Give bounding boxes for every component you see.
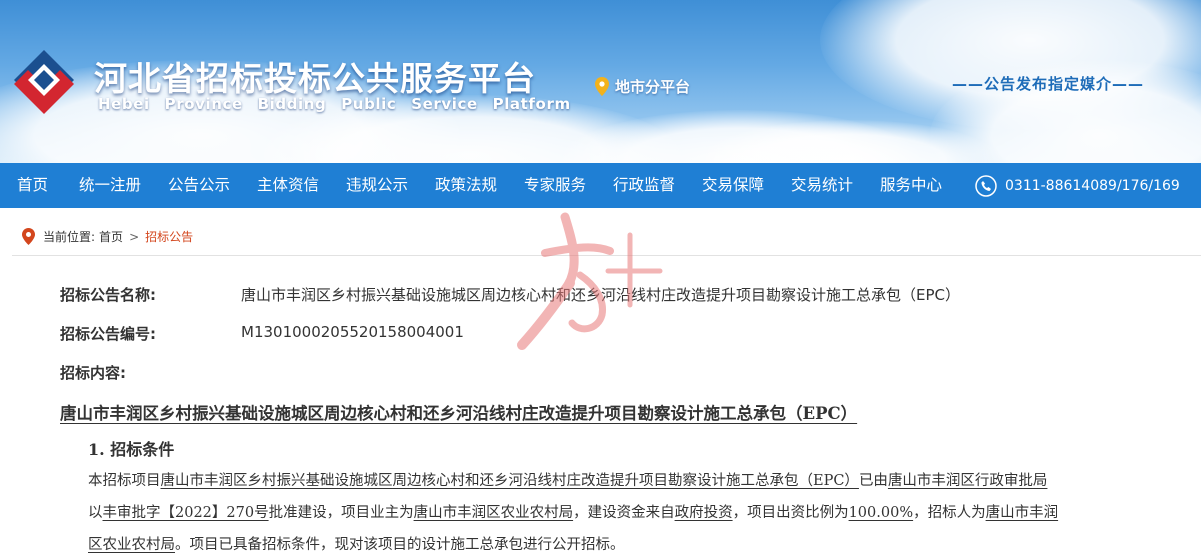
notice-name-value: 唐山市丰润区乡村振兴基础设施城区周边核心村和还乡河沿线村庄改造提升项目勘察设计施… (241, 286, 961, 304)
text-run: 批准建设，项目业主为 (268, 505, 414, 521)
location-pin-icon (22, 228, 35, 245)
funding-source-field: 政府投资 (674, 505, 733, 521)
nav-item-guarantee[interactable]: 交易保障 (702, 163, 764, 208)
city-platform-label: 地市分平台 (615, 78, 691, 96)
watermark-stamp (517, 212, 663, 350)
divider (12, 255, 1201, 256)
nav-item-supervision[interactable]: 行政监督 (613, 163, 675, 208)
nav-item-credit[interactable]: 主体资信 (257, 163, 319, 208)
nav-item-violations[interactable]: 违规公示 (346, 163, 408, 208)
site-logo[interactable] (4, 48, 86, 116)
main-nav: 首页 统一注册 公告公示 主体资信 违规公示 政策法规 专家服务 行政监督 交易… (0, 163, 1201, 208)
document-title: 唐山市丰润区乡村振兴基础设施城区周边核心村和还乡河沿线村庄改造提升项目勘察设计施… (60, 404, 858, 423)
approval-number-field: 丰审批字【2022】270号 (102, 505, 269, 521)
nav-item-experts[interactable]: 专家服务 (524, 163, 586, 208)
text-run: 本招标项目 (88, 473, 161, 489)
nav-item-announcements[interactable]: 公告公示 (168, 163, 230, 208)
text-run: 已由 (858, 473, 888, 489)
notice-code-label: 招标公告编号: (60, 325, 156, 343)
paragraph-line: 本招标项目唐山市丰润区乡村振兴基础设施城区周边核心村和还乡河沿线村庄改造提升项目… (88, 469, 1047, 490)
notice-code-value: M1301000205520158004001 (241, 323, 464, 341)
section-title: 1. 招标条件 (88, 440, 175, 459)
location-pin-icon (595, 77, 609, 96)
approval-authority-field: 唐山市丰润区行政审批局 (887, 473, 1048, 489)
city-platform-link[interactable]: 地市分平台 (595, 76, 690, 97)
phone-number: 0311-88614089/176/169 (1005, 177, 1180, 194)
breadcrumb: 当前位置: 首页 > 招标公告 (22, 228, 193, 245)
site-header: 河北省招标投标公共服务平台 Hebei Province Bidding Pub… (0, 0, 1201, 163)
site-title-english: Hebei Province Bidding Public Service Pl… (98, 95, 571, 113)
phone-icon (975, 174, 997, 197)
nav-item-home[interactable]: 首页 (17, 163, 48, 208)
text-run: ，建设资金来自 (573, 505, 675, 521)
breadcrumb-home[interactable]: 首页 (99, 228, 123, 245)
project-owner-field: 唐山市丰润区农业农村局 (413, 505, 574, 521)
breadcrumb-separator: > (129, 229, 140, 244)
nav-item-policy[interactable]: 政策法规 (435, 163, 497, 208)
funding-ratio-field: 100.00% (848, 505, 914, 521)
tenderer-field: 唐山市丰润 (985, 505, 1059, 521)
nav-item-register[interactable]: 统一注册 (79, 163, 141, 208)
contact-phone: 0311-88614089/176/169 (975, 163, 1180, 208)
text-run: ，招标人为 (913, 505, 986, 521)
notice-content-label: 招标内容: (60, 364, 126, 382)
paragraph-line: 以丰审批字【2022】270号批准建设，项目业主为唐山市丰润区农业农村局，建设资… (88, 501, 1058, 522)
text-run: 。项目已具备招标条件，现对该项目的设计施工总承包进行公开招标。 (175, 537, 625, 553)
project-name-field: 唐山市丰润区乡村振兴基础设施城区周边核心村和还乡河沿线村庄改造提升项目勘察设计施… (160, 473, 859, 489)
nav-item-statistics[interactable]: 交易统计 (791, 163, 853, 208)
paragraph-line: 区农业农村局。项目已具备招标条件，现对该项目的设计施工总承包进行公开招标。 (88, 533, 625, 554)
tenderer-field: 区农业农村局 (88, 537, 175, 553)
header-slogan: ——公告发布指定媒介—— (952, 75, 1145, 93)
text-run: ，项目出资比例为 (732, 505, 849, 521)
notice-name-label: 招标公告名称: (60, 286, 156, 304)
text-run: 以 (88, 505, 103, 521)
breadcrumb-prefix: 当前位置: (43, 230, 96, 244)
site-title: 河北省招标投标公共服务平台 (94, 59, 536, 98)
nav-item-service[interactable]: 服务中心 (880, 163, 942, 208)
breadcrumb-current[interactable]: 招标公告 (145, 228, 193, 245)
